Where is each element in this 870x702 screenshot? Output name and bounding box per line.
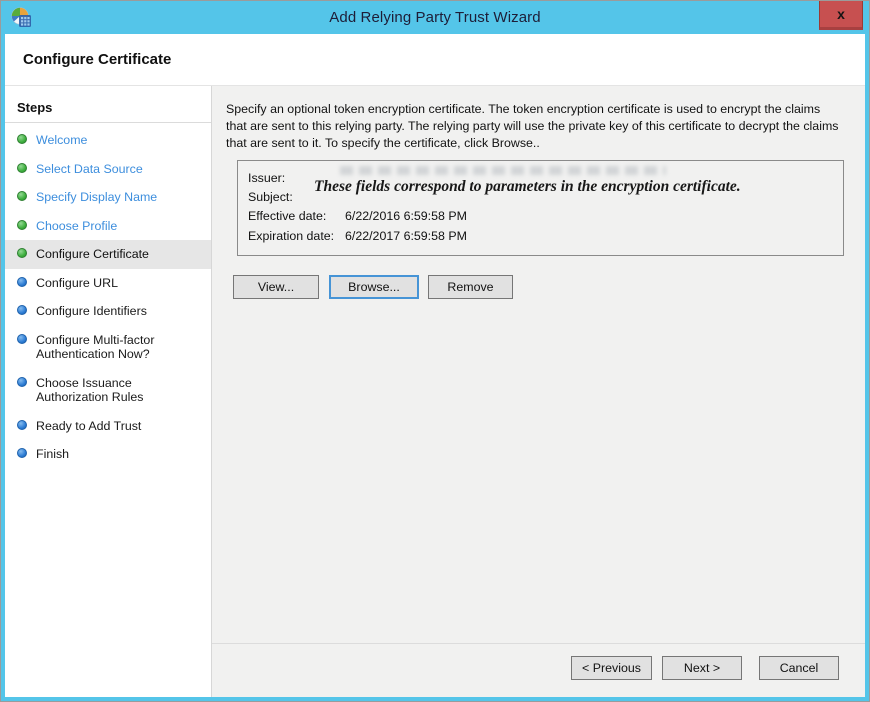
titlebar: Add Relying Party Trust Wizard x (1, 1, 869, 34)
step-label: Configure Identifiers (36, 304, 147, 319)
step-item-configure-identifiers: Configure Identifiers (5, 297, 211, 326)
page-title: Configure Certificate (23, 51, 171, 68)
step-label: Select Data Source (36, 162, 143, 177)
step-label: Specify Display Name (36, 190, 157, 205)
step-item-ready-to-add-trust: Ready to Add Trust (5, 412, 211, 441)
certificate-actions: View... Browse... Remove (233, 275, 847, 299)
main-panel: Specify an optional token encryption cer… (212, 86, 865, 697)
step-status-dot (17, 448, 27, 458)
page-header: Configure Certificate (5, 34, 865, 86)
step-label: Configure Certificate (36, 247, 149, 262)
step-label: Welcome (36, 133, 87, 148)
step-status-dot (17, 420, 27, 430)
certificate-field-value: 6/22/2016 6:59:58 PM (345, 209, 467, 223)
wizard-window: Add Relying Party Trust Wizard x Configu… (0, 0, 870, 702)
step-item-configure-url: Configure URL (5, 269, 211, 298)
step-status-dot (17, 377, 27, 387)
step-item-specify-display-name[interactable]: Specify Display Name (5, 183, 211, 212)
step-label: Configure Multi-factor Authentication No… (36, 333, 192, 362)
step-label: Finish (36, 447, 69, 462)
window-title: Add Relying Party Trust Wizard (1, 1, 869, 34)
certificate-field-label: Effective date: (248, 209, 345, 223)
step-status-dot (17, 163, 27, 173)
wizard-footer: < Previous Next > Cancel (212, 643, 865, 697)
step-status-dot (17, 220, 27, 230)
steps-heading: Steps (5, 92, 211, 123)
certificate-field-label: Expiration date: (248, 229, 345, 243)
step-item-choose-profile[interactable]: Choose Profile (5, 212, 211, 241)
certificate-annotation: These fields correspond to parameters in… (314, 178, 741, 196)
view-button[interactable]: View... (233, 275, 319, 299)
remove-button[interactable]: Remove (428, 275, 513, 299)
page-description: Specify an optional token encryption cer… (226, 101, 844, 151)
step-status-dot (17, 191, 27, 201)
step-item-configure-certificate: Configure Certificate (5, 240, 211, 269)
cancel-button[interactable]: Cancel (759, 656, 839, 680)
step-label: Configure URL (36, 276, 118, 291)
steps-sidebar: Steps Welcome Select Data Source Specify… (5, 86, 212, 697)
step-status-dot (17, 248, 27, 258)
step-label: Choose Issuance Authorization Rules (36, 376, 192, 405)
step-status-dot (17, 277, 27, 287)
step-label: Ready to Add Trust (36, 419, 141, 434)
certificate-field-value: 6/22/2017 6:59:58 PM (345, 229, 467, 243)
step-status-dot (17, 334, 27, 344)
step-status-dot (17, 305, 27, 315)
step-item-configure-multi-factor-authentication-now: Configure Multi-factor Authentication No… (5, 326, 211, 369)
certificate-field-row: Effective date: 6/22/2016 6:59:58 PM (248, 207, 833, 226)
browse-button[interactable]: Browse... (329, 275, 419, 299)
step-item-finish: Finish (5, 440, 211, 469)
step-item-choose-issuance-authorization-rules: Choose Issuance Authorization Rules (5, 369, 211, 412)
step-item-welcome[interactable]: Welcome (5, 126, 211, 155)
step-label: Choose Profile (36, 219, 117, 234)
certificate-details-box: Issuer: Subject: Effective date: 6/22/20… (237, 160, 844, 256)
steps-list: Welcome Select Data Source Specify Displ… (5, 126, 211, 469)
next-button[interactable]: Next > (662, 656, 742, 680)
step-status-dot (17, 134, 27, 144)
step-item-select-data-source[interactable]: Select Data Source (5, 155, 211, 184)
certificate-field-row: Expiration date: 6/22/2017 6:59:58 PM (248, 226, 833, 245)
close-button[interactable]: x (819, 1, 863, 30)
previous-button[interactable]: < Previous (571, 656, 652, 680)
window-body: Configure Certificate Steps Welcome Sele… (5, 34, 865, 697)
